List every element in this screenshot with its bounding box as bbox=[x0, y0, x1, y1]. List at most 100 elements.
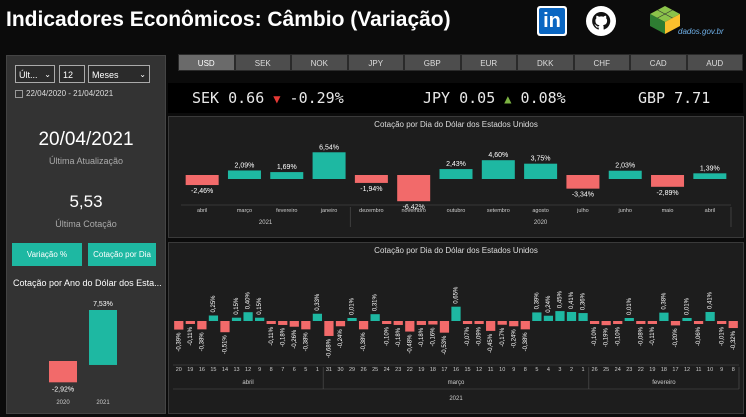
calendar-icon bbox=[15, 89, 23, 98]
bar[interactable] bbox=[659, 312, 669, 321]
tab-eur[interactable]: EUR bbox=[460, 54, 517, 71]
bar[interactable] bbox=[335, 321, 346, 327]
bar[interactable] bbox=[301, 321, 311, 330]
tab-chf[interactable]: CHF bbox=[573, 54, 630, 71]
bar[interactable] bbox=[312, 152, 346, 179]
bar[interactable] bbox=[89, 310, 117, 365]
bar[interactable] bbox=[393, 321, 403, 325]
bar[interactable] bbox=[481, 160, 515, 179]
bar[interactable] bbox=[405, 321, 415, 332]
github-icon[interactable] bbox=[586, 6, 616, 36]
bar[interactable] bbox=[520, 321, 530, 330]
sidebar-panel: Últ... ⌄ 12 Meses ⌄ 22/04/2020 - 21/04/2… bbox=[6, 55, 166, 414]
bar[interactable] bbox=[589, 321, 600, 324]
tab-aud[interactable]: AUD bbox=[686, 54, 743, 71]
bar[interactable] bbox=[208, 315, 219, 322]
bar[interactable] bbox=[347, 318, 357, 321]
data-label: 0,36% bbox=[581, 292, 587, 310]
bar[interactable] bbox=[555, 311, 565, 321]
period-unit-select[interactable]: Meses ⌄ bbox=[88, 65, 150, 83]
bar[interactable] bbox=[197, 321, 207, 330]
bar[interactable] bbox=[474, 321, 484, 324]
bar[interactable] bbox=[451, 306, 461, 321]
bar[interactable] bbox=[728, 321, 738, 329]
bar[interactable] bbox=[624, 318, 634, 321]
bar[interactable] bbox=[185, 321, 195, 324]
bar[interactable] bbox=[185, 175, 219, 186]
tab-dkk[interactable]: DKK bbox=[517, 54, 574, 71]
bar[interactable] bbox=[608, 170, 642, 179]
bar[interactable] bbox=[439, 169, 473, 179]
bar[interactable] bbox=[532, 312, 542, 321]
bar[interactable] bbox=[49, 361, 77, 383]
bar[interactable] bbox=[397, 175, 431, 202]
bar[interactable] bbox=[231, 317, 242, 321]
bar[interactable] bbox=[647, 321, 657, 324]
quote-per-day-button[interactable]: Cotação por Dia bbox=[88, 243, 156, 266]
dados-gov-logo-icon[interactable] bbox=[648, 4, 682, 36]
bar[interactable] bbox=[324, 321, 334, 336]
bar[interactable] bbox=[370, 314, 380, 321]
data-label: -0,24% bbox=[338, 329, 344, 349]
linkedin-icon[interactable]: in bbox=[537, 6, 567, 36]
data-label: 0,01% bbox=[627, 297, 633, 315]
bar[interactable] bbox=[255, 317, 265, 321]
bar[interactable] bbox=[270, 172, 304, 179]
tab-gbp[interactable]: GBP bbox=[404, 54, 461, 71]
tick-label: 13 bbox=[233, 367, 239, 373]
bar[interactable] bbox=[174, 321, 184, 330]
bar[interactable] bbox=[670, 321, 681, 326]
bar[interactable] bbox=[693, 173, 727, 179]
bar[interactable] bbox=[566, 175, 600, 189]
period-number-input[interactable]: 12 bbox=[59, 65, 85, 83]
bar[interactable] bbox=[266, 321, 276, 324]
last-quote-value: 5,53 bbox=[69, 192, 103, 211]
bar[interactable] bbox=[289, 321, 299, 327]
bar[interactable] bbox=[682, 318, 692, 321]
data-label: 7,53% bbox=[93, 301, 113, 308]
bar[interactable] bbox=[428, 321, 438, 325]
bar[interactable] bbox=[651, 175, 685, 187]
tab-sek[interactable]: SEK bbox=[234, 54, 291, 71]
bar[interactable] bbox=[717, 321, 727, 324]
bar[interactable] bbox=[243, 312, 253, 321]
tab-nok[interactable]: NOK bbox=[291, 54, 348, 71]
tick-label: 1 bbox=[582, 367, 585, 373]
tick-label: 9 bbox=[720, 367, 723, 373]
bar[interactable] bbox=[220, 321, 230, 333]
tick-label: 8 bbox=[270, 367, 273, 373]
bar[interactable] bbox=[416, 321, 426, 325]
bar[interactable] bbox=[524, 163, 558, 179]
bar[interactable] bbox=[227, 170, 261, 179]
tick-label: 31 bbox=[326, 367, 332, 373]
bar[interactable] bbox=[601, 321, 611, 326]
bar[interactable] bbox=[278, 321, 288, 325]
ticker-item-gbp: GBP 7.71 bbox=[638, 89, 710, 107]
bar[interactable] bbox=[462, 321, 473, 324]
bar[interactable] bbox=[312, 313, 323, 321]
tick-label: 11 bbox=[696, 367, 702, 373]
period-select[interactable]: Últ... ⌄ bbox=[15, 65, 55, 83]
variation-button[interactable]: Variação % bbox=[12, 243, 82, 266]
tab-cad[interactable]: CAD bbox=[630, 54, 687, 71]
ticker-change: -0.29% bbox=[289, 89, 344, 107]
bar[interactable] bbox=[509, 321, 519, 327]
bar[interactable] bbox=[439, 321, 450, 333]
bar[interactable] bbox=[354, 175, 388, 183]
bar[interactable] bbox=[566, 311, 577, 321]
bar[interactable] bbox=[613, 321, 623, 324]
bar[interactable] bbox=[486, 321, 496, 331]
tab-usd[interactable]: USD bbox=[178, 54, 235, 71]
bar[interactable] bbox=[636, 321, 646, 324]
bar[interactable] bbox=[705, 311, 715, 321]
bar[interactable] bbox=[578, 313, 588, 321]
bar[interactable] bbox=[543, 315, 554, 321]
bar[interactable] bbox=[358, 321, 369, 330]
bar[interactable] bbox=[497, 321, 507, 325]
bar[interactable] bbox=[693, 321, 704, 324]
tab-jpy[interactable]: JPY bbox=[347, 54, 404, 71]
data-label: 1,69% bbox=[277, 164, 297, 171]
chevron-down-icon: ⌄ bbox=[44, 70, 51, 79]
bar[interactable] bbox=[382, 321, 392, 324]
date-range[interactable]: 22/04/2020 - 21/04/2021 bbox=[15, 89, 113, 98]
